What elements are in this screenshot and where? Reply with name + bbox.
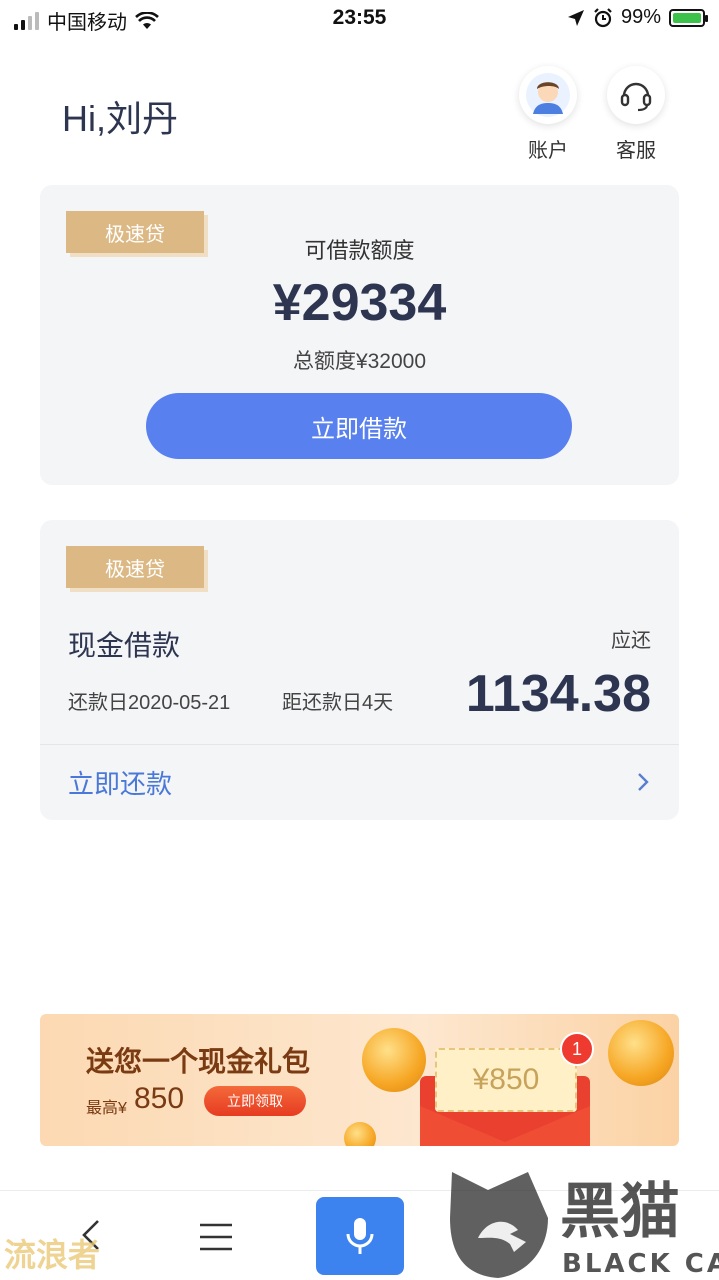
banner-prefix: 最高¥ bbox=[86, 1100, 127, 1117]
product-tag: 极速贷 bbox=[66, 546, 204, 588]
service-label: 客服 bbox=[616, 140, 656, 162]
due-amount: 1134.38 bbox=[465, 665, 651, 723]
credit-total: 总额度¥32000 bbox=[292, 350, 427, 373]
logo-subtext: BLACK CAT bbox=[562, 1249, 719, 1279]
due-label: 应还 bbox=[611, 630, 651, 652]
account-button[interactable]: 账户 bbox=[516, 66, 580, 163]
coin-icon bbox=[362, 1028, 426, 1092]
microphone-icon bbox=[346, 1218, 374, 1254]
status-bar: 中国移动 23:55 99% bbox=[0, 0, 719, 40]
banner-amount: 850 bbox=[134, 1082, 185, 1115]
borrow-now-button[interactable]: 立即借款 bbox=[146, 393, 572, 459]
credit-limit-card: 极速贷 可借款额度 ¥29334 总额度¥32000 立即借款 bbox=[40, 185, 679, 485]
service-circle bbox=[607, 66, 665, 124]
battery-percent: 99% bbox=[620, 6, 661, 28]
black-cat-logo: 黑猫 BLACK CAT bbox=[450, 1172, 719, 1279]
greeting-title: Hi,刘丹 bbox=[62, 98, 178, 139]
alarm-icon bbox=[594, 7, 612, 27]
envelope-card: ¥850 bbox=[435, 1048, 577, 1112]
claim-now-button[interactable]: 立即领取 bbox=[204, 1086, 306, 1116]
cash-gift-banner[interactable]: 送您一个现金礼包 最高¥ 850 立即领取 ¥850 1 bbox=[40, 1014, 679, 1146]
avatar bbox=[519, 66, 577, 124]
repayment-card: 极速贷 现金借款 应还 还款日2020-05-21 距还款日4天 1134.38… bbox=[40, 520, 679, 820]
location-icon bbox=[567, 9, 584, 26]
service-button[interactable]: 客服 bbox=[604, 66, 668, 163]
user-avatar-icon bbox=[526, 73, 570, 117]
headset-icon bbox=[620, 82, 652, 112]
credit-title: 可借款额度 bbox=[304, 238, 415, 263]
watermark-text: 流浪者 bbox=[4, 1237, 101, 1273]
status-right: 99% bbox=[567, 6, 708, 29]
account-label: 账户 bbox=[528, 140, 568, 162]
voice-button[interactable] bbox=[316, 1197, 404, 1275]
notification-badge: 1 bbox=[560, 1032, 594, 1066]
divider bbox=[40, 744, 679, 745]
logo-text: 黑猫 bbox=[560, 1177, 680, 1247]
credit-amount: ¥29334 bbox=[272, 274, 447, 332]
coin-icon bbox=[344, 1122, 376, 1146]
loan-title: 现金借款 bbox=[68, 630, 181, 661]
coin-icon bbox=[608, 1020, 674, 1086]
repay-now-link[interactable]: 立即还款 bbox=[68, 764, 172, 801]
battery-icon bbox=[669, 8, 708, 27]
due-date: 还款日2020-05-21 bbox=[68, 692, 231, 714]
menu-icon[interactable] bbox=[196, 1217, 236, 1257]
chevron-right-icon[interactable] bbox=[633, 770, 653, 794]
banner-title: 送您一个现金礼包 bbox=[86, 1046, 311, 1077]
days-left: 距还款日4天 bbox=[282, 692, 394, 714]
